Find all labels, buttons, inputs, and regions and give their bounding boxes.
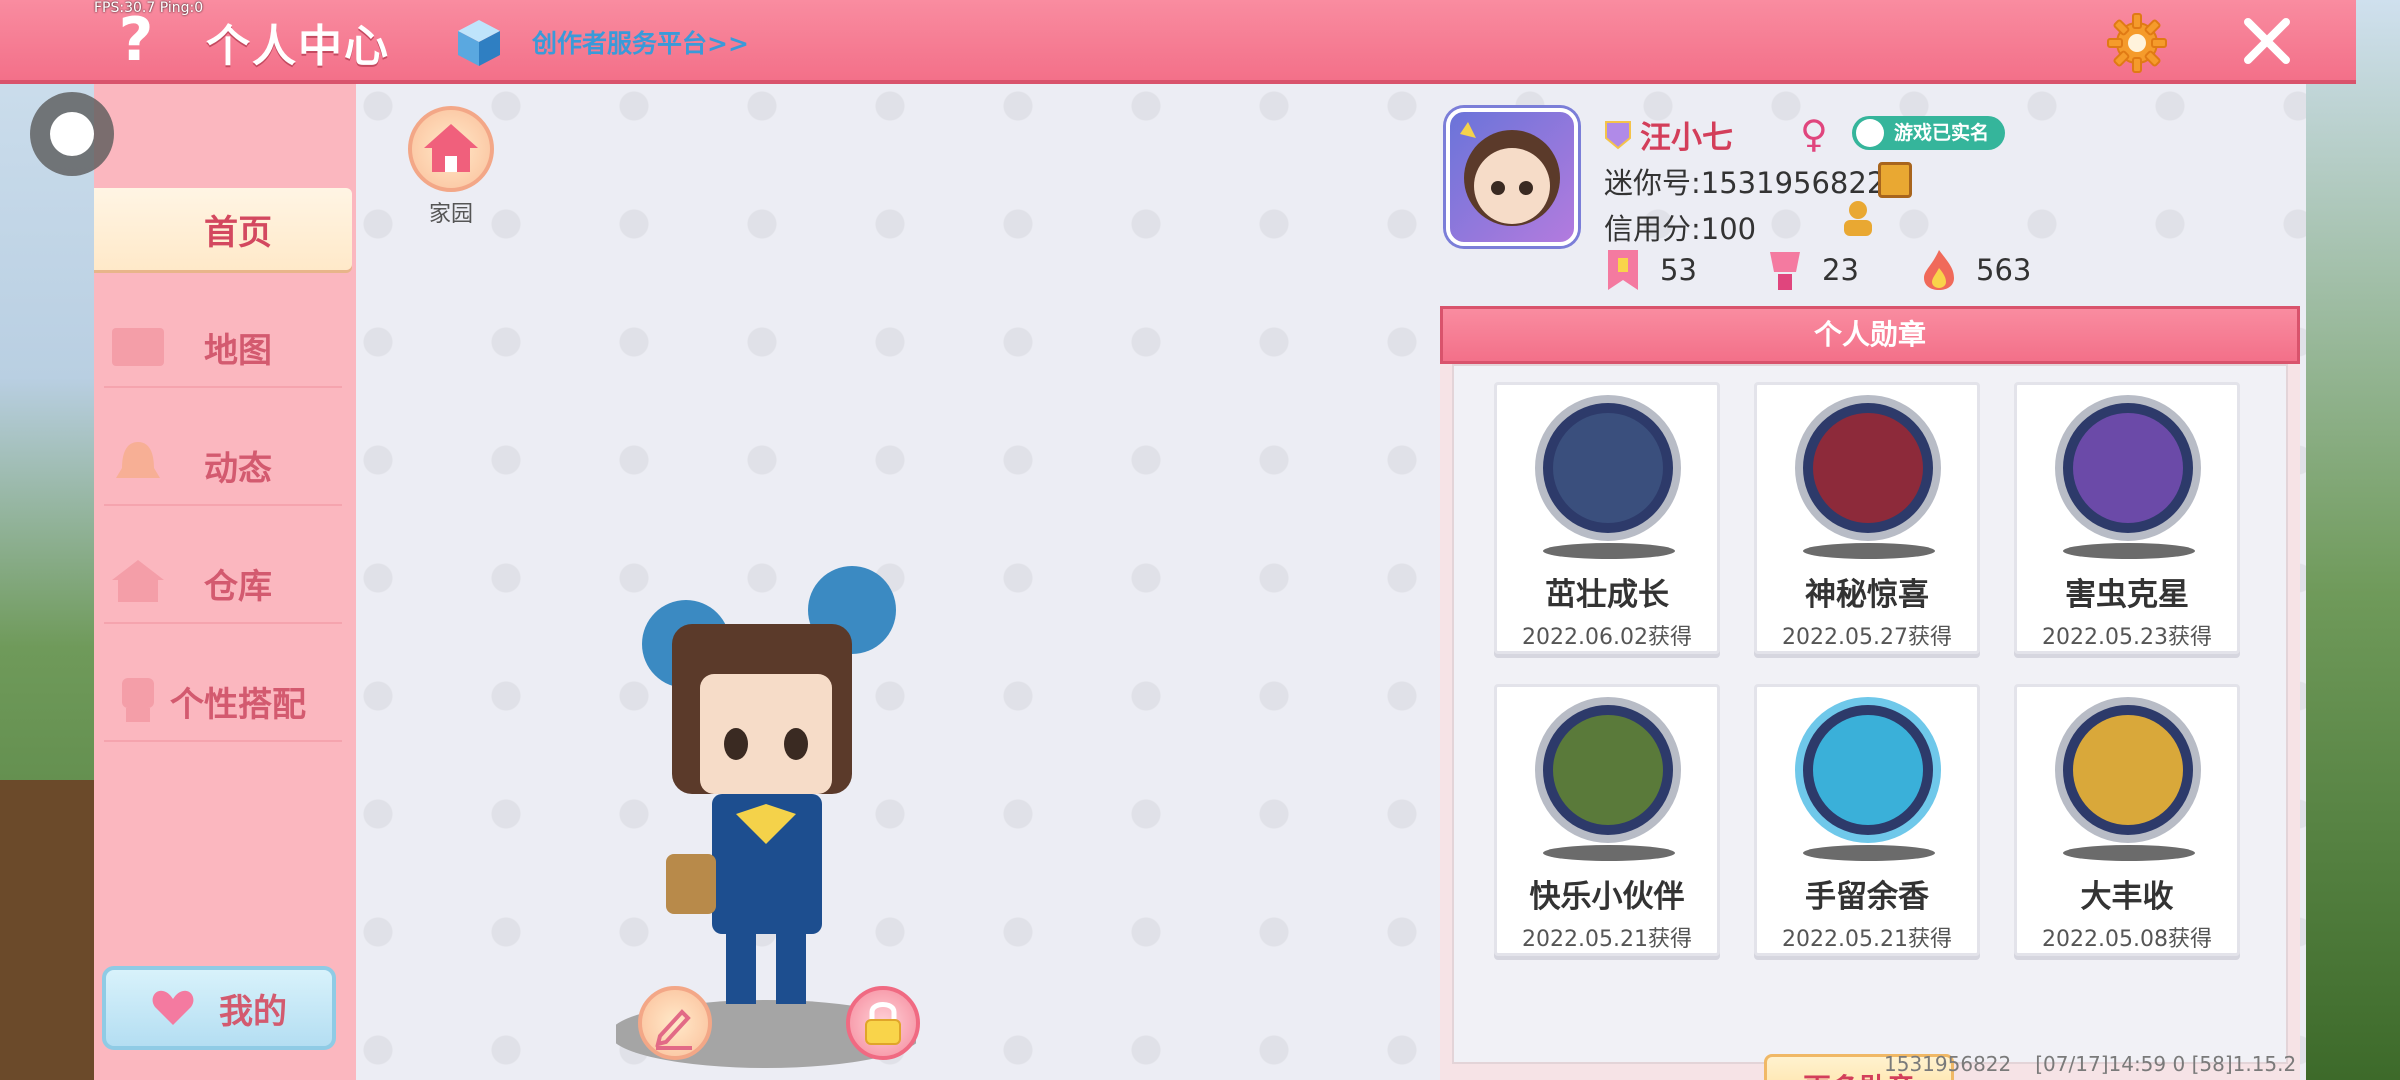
medal-badge-icon bbox=[1535, 697, 1681, 843]
stat-flame: 563 bbox=[1920, 248, 2031, 292]
medal-date: 2022.05.21获得 bbox=[1522, 927, 1692, 952]
edit-button[interactable] bbox=[638, 986, 712, 1060]
medal-date: 2022.05.27获得 bbox=[1782, 625, 1952, 650]
close-icon[interactable] bbox=[2240, 14, 2294, 68]
sidebar-item-outfit[interactable]: 个性搭配 bbox=[94, 660, 352, 742]
medal-badge-icon bbox=[2055, 697, 2201, 843]
verified-badge: 游戏已实名 bbox=[1852, 116, 2006, 150]
main-panel: 家园 汪小七 ♀ 游戏已实名 迷你号:1531956822 信用分:100 53… bbox=[356, 84, 2306, 1080]
sidebar-item-label: 地图 bbox=[204, 330, 272, 371]
medal-name: 快乐小伙伴 bbox=[1529, 879, 1685, 915]
gear-icon[interactable] bbox=[2106, 12, 2168, 74]
medal-card[interactable]: 害虫克星 2022.05.23获得 bbox=[2014, 382, 2240, 654]
homeland-button[interactable] bbox=[408, 106, 494, 192]
character-icon bbox=[122, 678, 154, 722]
sidebar-item-warehouse[interactable]: 仓库 bbox=[94, 542, 352, 624]
footer-info: 1531956822 [07/17]14:59 0 [58]1.15.2 bbox=[1884, 1052, 2296, 1076]
copy-icon[interactable] bbox=[1878, 162, 1912, 198]
medal-name: 神秘惊喜 bbox=[1805, 577, 1929, 613]
flame-icon bbox=[1924, 250, 1954, 290]
sidebar-item-label: 个性搭配 bbox=[170, 684, 306, 725]
medal-name: 害虫克星 bbox=[2065, 577, 2189, 613]
medal-badge-icon bbox=[2055, 395, 2201, 541]
lock-button[interactable] bbox=[846, 986, 920, 1060]
sidebar: 首页 地图 动态 仓库 个性搭配 我的 bbox=[94, 84, 356, 1080]
medal-card[interactable]: 手留余香 2022.05.21获得 bbox=[1754, 684, 1980, 956]
page-title: 个人中心 bbox=[206, 21, 390, 72]
sidebar-item-label: 首页 bbox=[204, 212, 272, 253]
medal-grid: 茁壮成长 2022.06.02获得 神秘惊喜 2022.05.27获得 害虫克星… bbox=[1452, 364, 2288, 1064]
person-card-icon[interactable] bbox=[1838, 198, 1878, 238]
stat-value: 53 bbox=[1660, 253, 1697, 287]
medal-badge-icon bbox=[1795, 697, 1941, 843]
sidebar-item-label: 仓库 bbox=[204, 566, 272, 607]
heart-icon bbox=[152, 990, 194, 1025]
medal-card[interactable]: 快乐小伙伴 2022.05.21获得 bbox=[1494, 684, 1720, 956]
sidebar-item-label: 动态 bbox=[204, 448, 272, 489]
pencil-icon bbox=[655, 1009, 692, 1050]
medal-panel-title: 个人勋章 bbox=[1440, 306, 2300, 364]
help-icon[interactable]: ? bbox=[108, 8, 164, 72]
stat-value: 23 bbox=[1822, 253, 1859, 287]
medal-date: 2022.06.02获得 bbox=[1522, 625, 1692, 650]
female-icon: ♀ bbox=[1800, 112, 1828, 156]
fps-readout: FPS:30.7 Ping:0 bbox=[94, 0, 204, 16]
stat-bookmark: 53 bbox=[1604, 248, 1697, 292]
nickname-row: 汪小七 bbox=[1604, 112, 1733, 157]
lock-icon bbox=[865, 1002, 901, 1045]
medal-card[interactable]: 大丰收 2022.05.08获得 bbox=[2014, 684, 2240, 956]
footer-user-id: 1531956822 bbox=[1884, 1052, 2012, 1076]
medal-badge-icon bbox=[1535, 395, 1681, 541]
map-icon bbox=[112, 328, 164, 366]
medal-name: 大丰收 bbox=[2080, 879, 2174, 915]
cube-icon[interactable] bbox=[456, 18, 502, 68]
medal-name: 茁壮成长 bbox=[1545, 577, 1669, 613]
medal-panel: 个人勋章 茁壮成长 2022.06.02获得 神秘惊喜 2022.05.27获得… bbox=[1440, 306, 2300, 1080]
mini-id: 迷你号:1531956822 bbox=[1604, 166, 1886, 200]
medal-date: 2022.05.08获得 bbox=[2042, 927, 2212, 952]
credit-score: 信用分:100 bbox=[1604, 212, 1757, 246]
nickname: 汪小七 bbox=[1640, 120, 1733, 156]
bell-icon bbox=[116, 442, 160, 478]
avatar-portrait bbox=[1460, 122, 1560, 226]
stat-trophy: 23 bbox=[1766, 248, 1859, 292]
floating-assist-button[interactable] bbox=[30, 92, 114, 176]
trophy-person-icon bbox=[1770, 252, 1800, 290]
mine-button[interactable]: 我的 bbox=[102, 966, 336, 1050]
medal-card[interactable]: 茁壮成长 2022.06.02获得 bbox=[1494, 382, 1720, 654]
sidebar-item-home[interactable]: 首页 bbox=[94, 188, 352, 270]
rank-shield-icon bbox=[1605, 120, 1631, 149]
footer-build-info: [07/17]14:59 0 [58]1.15.2 bbox=[2035, 1052, 2297, 1076]
mine-label: 我的 bbox=[219, 991, 287, 1032]
profile-avatar[interactable] bbox=[1446, 108, 1578, 246]
medal-card[interactable]: 神秘惊喜 2022.05.27获得 bbox=[1754, 382, 1980, 654]
medal-name: 手留余香 bbox=[1805, 879, 1929, 915]
homeland-label: 家园 bbox=[428, 202, 473, 227]
house-icon bbox=[424, 124, 478, 172]
top-bar: ? 个人中心 创作者服务平台>> bbox=[0, 0, 2356, 84]
medal-date: 2022.05.23获得 bbox=[2042, 625, 2212, 650]
bookmark-icon bbox=[1608, 250, 1638, 290]
sidebar-item-map[interactable]: 地图 bbox=[94, 306, 352, 388]
house-icon bbox=[112, 560, 164, 602]
medal-badge-icon bbox=[1795, 395, 1941, 541]
medal-date: 2022.05.21获得 bbox=[1782, 927, 1952, 952]
sidebar-item-activity[interactable]: 动态 bbox=[94, 424, 352, 506]
creator-platform-link[interactable]: 创作者服务平台>> bbox=[532, 24, 749, 60]
stat-value: 563 bbox=[1976, 253, 2032, 287]
